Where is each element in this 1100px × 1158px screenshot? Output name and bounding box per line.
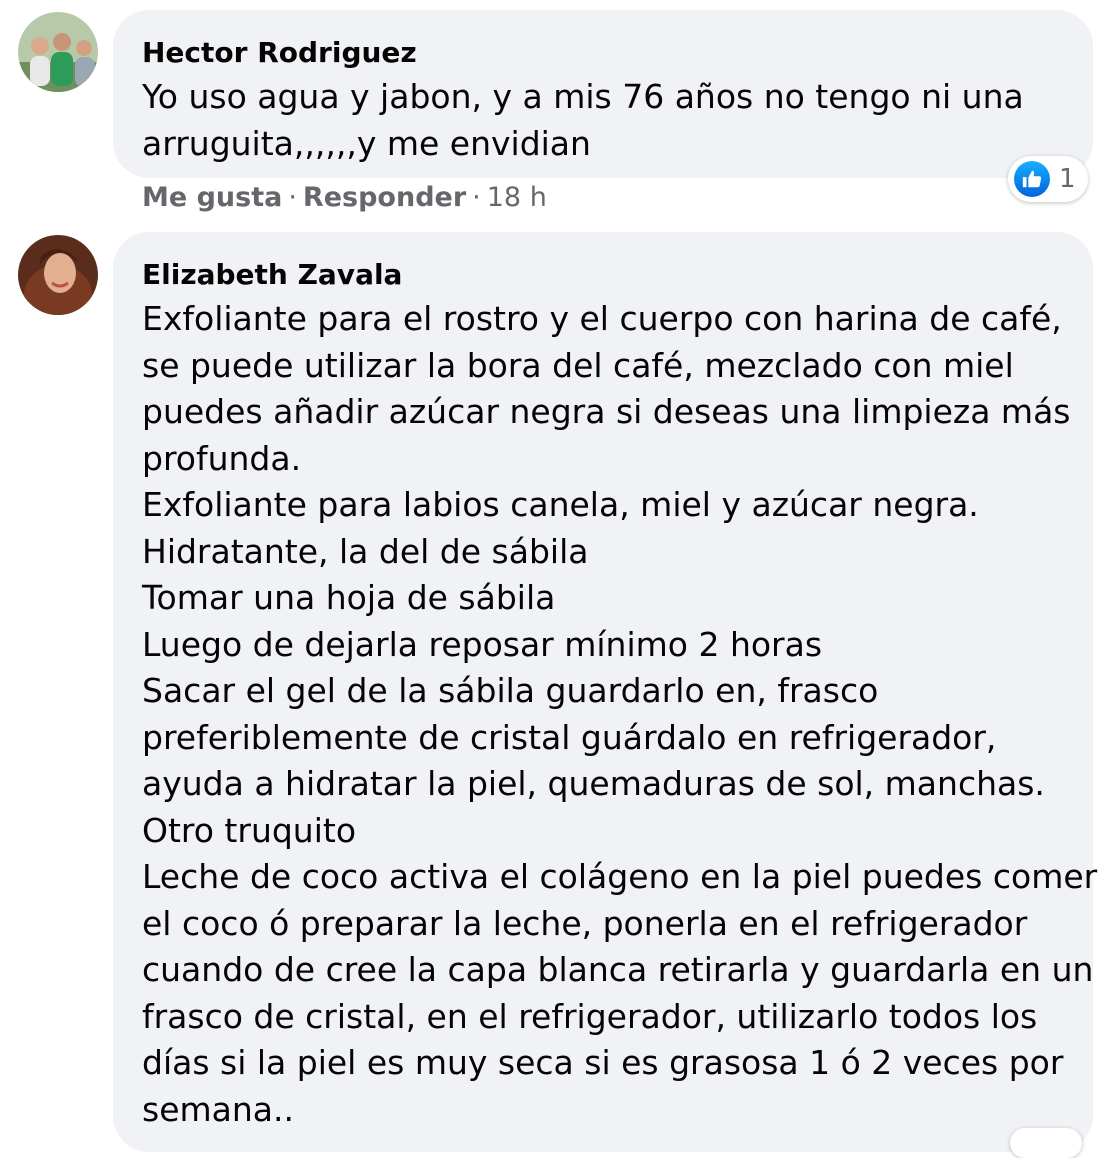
comment-text-line: Luego de dejarla reposar mínimo 2 horas bbox=[142, 624, 823, 664]
comment-text-line: Tomar una hoja de sábila bbox=[142, 578, 556, 617]
comment-text-line: cuando de cree la capa blanca retirarla … bbox=[142, 950, 1094, 989]
comment-timestamp[interactable]: 18 h bbox=[487, 182, 547, 213]
comment-text-line: Sacar el gel de la sábila guardarlo en, … bbox=[142, 671, 879, 710]
like-button[interactable]: Me gusta bbox=[142, 182, 282, 213]
comment-text-line: arruguita,,,,,,y me envidian bbox=[142, 123, 591, 163]
comment-text-line: Otro truquito bbox=[142, 810, 357, 850]
comment-text-line: profunda. bbox=[142, 438, 302, 478]
comment-text-line: Yo uso agua y jabon, y a mis 76 años no … bbox=[142, 77, 1024, 116]
comment-actions: Me gusta · Responder · 18 h bbox=[142, 182, 547, 213]
comment-text-line: Exfoliante para el rostro y el cuerpo co… bbox=[142, 299, 1062, 338]
comment-text-line: se puede utilizar la bora del café, mezc… bbox=[142, 345, 1014, 385]
comment-text-line: frasco de cristal, en el refrigerador, u… bbox=[142, 996, 1038, 1036]
separator: · bbox=[472, 182, 481, 213]
comment-bubble: Elizabeth Zavala Exfoliante para el rost… bbox=[113, 232, 1098, 1152]
avatar-hector-rodriguez[interactable] bbox=[18, 12, 98, 92]
comment-text-line: el coco ó preparar la leche, ponerla en … bbox=[142, 903, 1028, 943]
comment-text-line: Exfoliante para labios canela, miel y az… bbox=[142, 485, 979, 524]
comment-author[interactable]: Hector Rodriguez bbox=[142, 36, 1073, 70]
comment-author[interactable]: Elizabeth Zavala bbox=[142, 258, 1073, 292]
reaction-summary-partial[interactable] bbox=[1010, 1128, 1082, 1158]
comment-text-line: días si la piel es muy seca si es grasos… bbox=[142, 1043, 1064, 1082]
avatar-elizabeth-zavala[interactable] bbox=[18, 235, 98, 315]
reply-button[interactable]: Responder bbox=[303, 182, 466, 213]
separator: · bbox=[288, 182, 297, 213]
comment-text-line: semana.. bbox=[142, 1089, 294, 1129]
comment-text-line: Hidratante, la del de sábila bbox=[142, 531, 589, 571]
reaction-count: 1 bbox=[1059, 164, 1076, 194]
comment-text-line: preferiblemente de cristal guárdalo en r… bbox=[142, 717, 997, 757]
comment-text-line: puedes añadir azúcar negra si deseas una… bbox=[142, 392, 1071, 431]
comment-text-line: Leche de coco activa el colágeno en la p… bbox=[142, 857, 1098, 896]
reaction-summary[interactable]: 1 bbox=[1008, 156, 1088, 202]
comment-text-line: ayuda a hidratar la piel, quemaduras de … bbox=[142, 764, 1045, 803]
like-icon bbox=[1014, 161, 1050, 197]
comment-bubble: Hector Rodriguez Yo uso agua y jabon, y … bbox=[113, 10, 1093, 178]
